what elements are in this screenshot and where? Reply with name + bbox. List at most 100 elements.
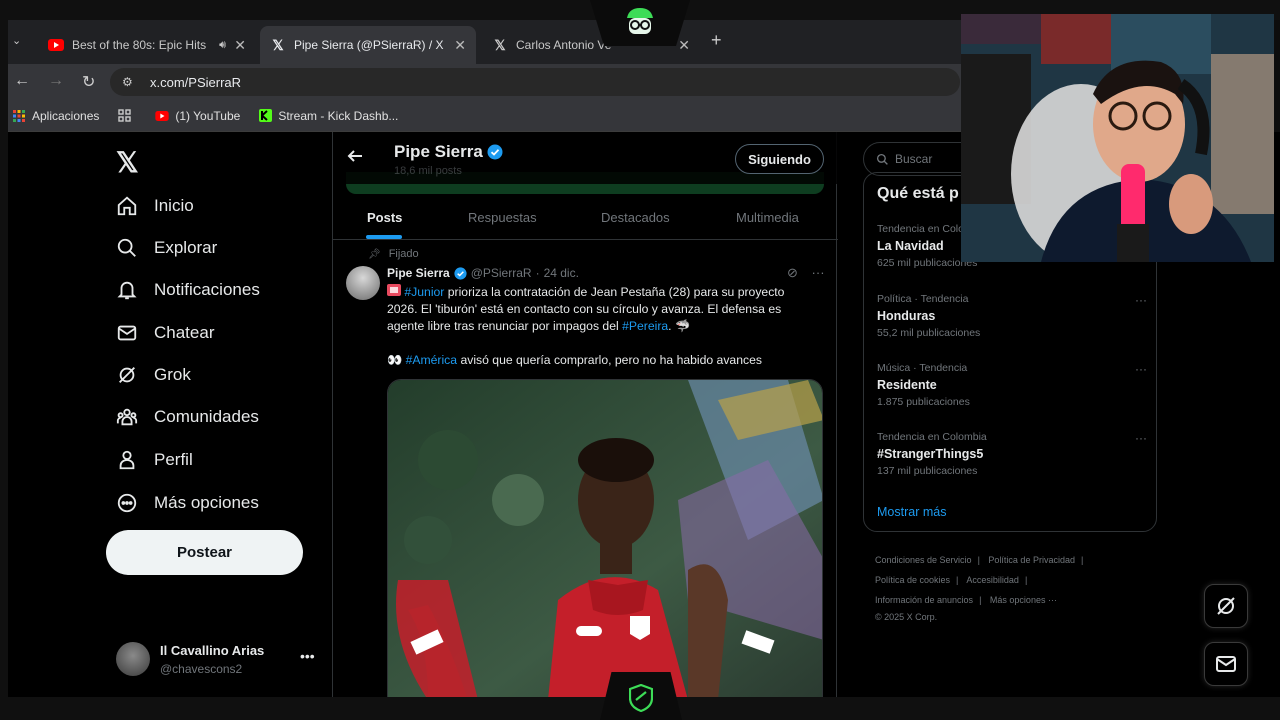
hashtag-america[interactable]: #América: [406, 353, 457, 367]
footer-link-terms[interactable]: Condiciones de Servicio: [875, 555, 972, 565]
trend-count: 137 mil publicaciones: [877, 465, 978, 477]
stream-frame-left: [0, 0, 8, 720]
footer-link-ads[interactable]: Información de anuncios: [875, 595, 973, 605]
messages-float-button[interactable]: [1204, 642, 1248, 686]
footer-link-more[interactable]: Más opciones ···: [990, 595, 1057, 605]
nav-label: Notificaciones: [154, 280, 260, 299]
shield-badge: [600, 672, 682, 720]
close-tab-icon[interactable]: ✕: [678, 37, 690, 54]
following-button[interactable]: Siguiendo: [735, 144, 824, 174]
close-tab-icon[interactable]: ✕: [454, 37, 466, 54]
trend-item[interactable]: Música · Tendencia Residente 1.875 publi…: [877, 362, 1147, 408]
more-dots-icon[interactable]: ···: [1135, 293, 1147, 307]
tab-search-icon[interactable]: ⌄: [12, 34, 21, 47]
tweet-handle[interactable]: @PSierraR: [471, 266, 532, 280]
trend-name: Honduras: [877, 309, 936, 323]
tab-multimedia[interactable]: Multimedia: [736, 210, 799, 225]
youtube-icon: [48, 37, 64, 53]
forward-arrow-icon[interactable]: →: [48, 72, 64, 90]
close-tab-icon[interactable]: ✕: [234, 37, 246, 54]
tweet-date[interactable]: 24 dic.: [544, 266, 579, 280]
more-dots-icon[interactable]: ···: [812, 265, 825, 280]
shield-icon: [629, 684, 653, 712]
account-handle: @chavescons2: [160, 662, 243, 676]
grok-icon[interactable]: ⊘: [787, 265, 798, 280]
tab-posts[interactable]: Posts: [367, 210, 402, 225]
search-placeholder: Buscar: [895, 152, 933, 166]
profile-tabs: Posts Respuestas Destacados Multimedia: [333, 194, 838, 240]
bookmark-label: (1) YouTube: [175, 108, 241, 123]
nav-item-comunidades[interactable]: Comunidades: [114, 402, 259, 432]
bookmark-apps[interactable]: Aplicaciones: [12, 109, 99, 123]
bookmark-kick[interactable]: Stream - Kick Dashb...: [258, 109, 398, 123]
verified-badge-icon: [487, 144, 503, 160]
nav-item-mas-opciones[interactable]: Más opciones: [114, 488, 259, 518]
speaker-icon[interactable]: 🔊︎: [219, 39, 226, 52]
show-more-link[interactable]: Mostrar más: [877, 505, 946, 519]
kick-icon: [258, 109, 272, 123]
footer-link-cookies[interactable]: Política de cookies: [875, 575, 950, 585]
footer-link-privacy[interactable]: Política de Privacidad: [988, 555, 1075, 565]
trend-item[interactable]: Política · Tendencia Honduras 55,2 mil p…: [877, 293, 1147, 339]
more-dots-icon[interactable]: ···: [1135, 362, 1147, 376]
active-tab-indicator: [366, 235, 402, 239]
new-tab-icon[interactable]: +: [711, 30, 722, 51]
person-icon: [114, 447, 140, 473]
trend-context: Tendencia en Colombia: [877, 431, 987, 443]
mail-icon: [114, 320, 140, 346]
pinned-tweet[interactable]: 📌︎ Fijado Pipe Sierra @PSierraR · 24 dic…: [333, 241, 838, 697]
url-text: x.com/PSierraR: [150, 74, 242, 90]
footer-link-accessibility[interactable]: Accesibilidad: [966, 575, 1019, 585]
trend-item[interactable]: Tendencia en Colombia #StrangerThings5 1…: [877, 431, 1147, 477]
browser-tab-youtube[interactable]: Best of the 80s: Epic Hits Th 🔊︎ ✕: [38, 26, 256, 64]
tweet-actions: ⊘ ···: [787, 265, 825, 281]
tweet-separator: ·: [535, 266, 540, 280]
tab-title: Pipe Sierra (@PSierraR) / X: [294, 38, 444, 52]
search-icon: [876, 153, 888, 165]
hashtag-pereira[interactable]: #Pereira: [622, 319, 668, 333]
grok-icon: [114, 362, 140, 388]
nav-label: Comunidades: [154, 407, 259, 426]
address-bar[interactable]: ⚙ x.com/PSierraR: [110, 68, 960, 96]
bookmark-grid[interactable]: [117, 109, 137, 123]
reload-icon[interactable]: ↻: [82, 72, 95, 92]
account-name: Il Cavallino Arias: [160, 643, 265, 658]
hashtag-junior[interactable]: #Junior: [404, 285, 444, 299]
site-settings-icon[interactable]: ⚙: [122, 75, 138, 89]
tweet-author[interactable]: Pipe Sierra: [387, 266, 450, 280]
nav-item-inicio[interactable]: Inicio: [114, 191, 194, 221]
apps-grid-icon: [12, 109, 26, 123]
x-logo-icon: 𝕏: [494, 36, 506, 53]
nav-label: Grok: [154, 365, 191, 384]
more-dots-icon[interactable]: •••: [300, 648, 315, 664]
webcam-overlay: [961, 14, 1274, 262]
left-sidebar: 𝕏 Inicio Explorar Notificaciones Chatear: [8, 132, 332, 697]
tab-destacados[interactable]: Destacados: [601, 210, 670, 225]
nav-item-explorar[interactable]: Explorar: [114, 233, 217, 263]
trend-name: #StrangerThings5: [877, 447, 984, 461]
back-arrow-icon[interactable]: ←: [14, 72, 30, 90]
nav-label: Perfil: [154, 450, 193, 469]
account-switcher[interactable]: Il Cavallino Arias @chavescons2 •••: [116, 640, 316, 680]
back-arrow-icon[interactable]: [347, 148, 363, 169]
tweet-header: Pipe Sierra @PSierraR · 24 dic.: [387, 266, 579, 280]
tab-respuestas[interactable]: Respuestas: [468, 210, 537, 225]
home-icon: [114, 193, 140, 219]
nav-item-grok[interactable]: Grok: [114, 360, 191, 390]
verified-badge-icon: [454, 266, 467, 280]
x-logo-icon[interactable]: 𝕏: [116, 146, 139, 179]
tweet-photo[interactable]: [387, 379, 823, 697]
browser-tab-pipe-sierra[interactable]: 𝕏 Pipe Sierra (@PSierraR) / X ✕: [260, 26, 476, 64]
more-dots-icon[interactable]: ···: [1135, 431, 1147, 445]
nav-item-chatear[interactable]: Chatear: [114, 318, 214, 348]
avatar[interactable]: [346, 266, 380, 300]
nav-item-notificaciones[interactable]: Notificaciones: [114, 275, 260, 305]
nav-item-perfil[interactable]: Perfil: [114, 445, 193, 475]
bookmark-youtube[interactable]: (1) YouTube: [155, 109, 240, 123]
profile-name: Pipe Sierra: [394, 142, 503, 162]
tweet-text-line2: avisó que quería comprarlo, pero no ha h…: [457, 353, 762, 367]
grok-float-button[interactable]: [1204, 584, 1248, 628]
trend-name: Residente: [877, 378, 937, 392]
post-button[interactable]: Postear: [106, 530, 303, 575]
streamer-logo: [590, 0, 690, 46]
